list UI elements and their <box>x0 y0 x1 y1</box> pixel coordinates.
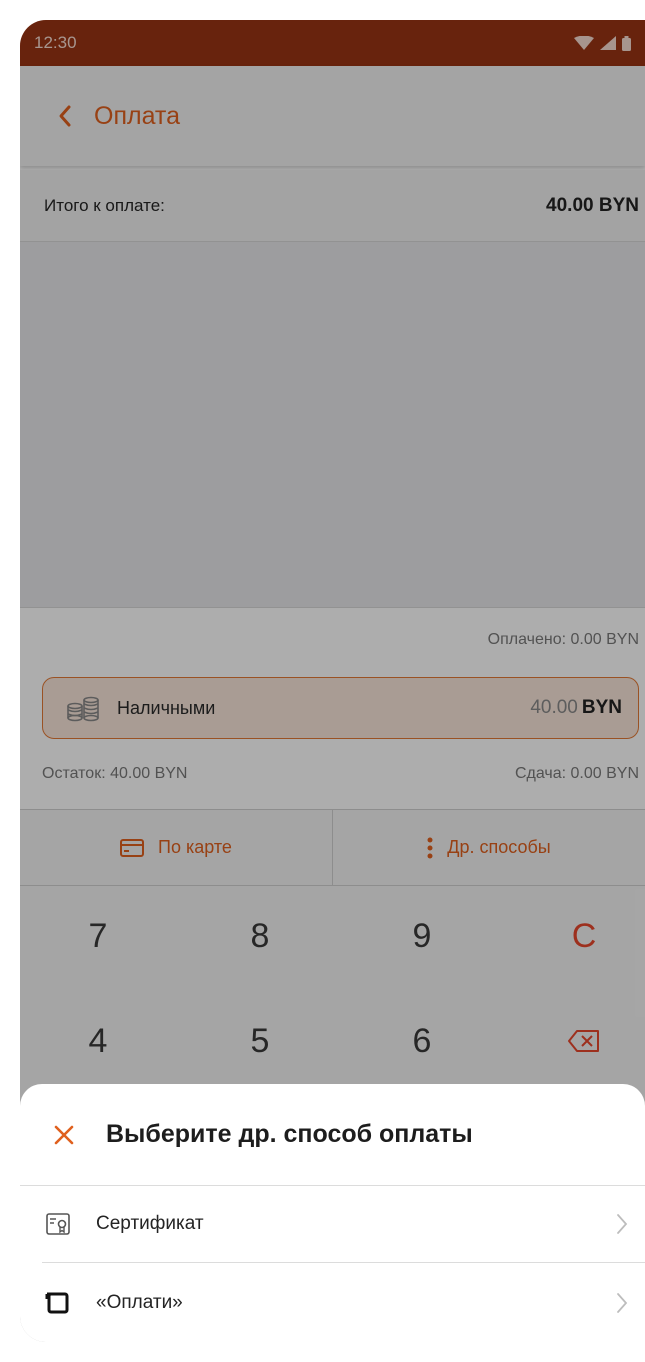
chevron-right-icon <box>607 1288 637 1318</box>
chevron-right-icon <box>607 1209 637 1239</box>
certificate-icon <box>42 1208 74 1240</box>
sheet-header: Выберите др. способ оплаты <box>20 1084 645 1186</box>
close-button[interactable] <box>42 1113 86 1157</box>
other-methods-sheet: Выберите др. способ оплаты Сертификат «О… <box>20 1084 645 1342</box>
phone-screen: 12:30 Оплата Итого к оплате: 40.00 BYN О… <box>20 20 645 1342</box>
close-icon <box>54 1125 74 1144</box>
certificate-label: Сертификат <box>96 1213 204 1234</box>
oplati-option[interactable]: «Оплати» <box>42 1264 645 1341</box>
oplati-icon <box>42 1287 74 1319</box>
sheet-title: Выберите др. способ оплаты <box>106 1120 473 1148</box>
oplati-label: «Оплати» <box>96 1291 183 1313</box>
certificate-option[interactable]: Сертификат <box>42 1186 645 1263</box>
